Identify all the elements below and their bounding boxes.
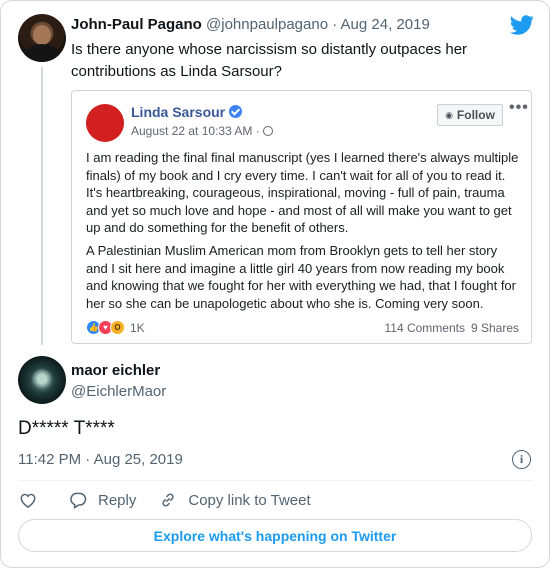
follow-button[interactable]: ◉ Follow: [437, 104, 503, 126]
link-icon: [162, 493, 174, 507]
reply-button[interactable]: Reply: [68, 490, 136, 510]
divider: [18, 480, 532, 481]
avatar-highlight: [32, 368, 52, 390]
parent-tweet-text: Is there anyone whose narcissism so dist…: [71, 41, 468, 80]
heart-icon: [20, 493, 36, 508]
reactions-count: 1K: [130, 320, 145, 335]
copy-link-label: Copy link to Tweet: [188, 491, 311, 509]
embedded-post-date[interactable]: August 22 at 10:33 AM ·: [131, 124, 274, 138]
embedded-paragraph-1: I am reading the final final manuscript …: [86, 150, 519, 235]
parent-tweet-header: John-Paul Pagano @johnpaulpagano · Aug 2…: [71, 16, 430, 33]
john-paul-avatar[interactable]: [18, 14, 66, 62]
copy-link-button[interactable]: Copy link to Tweet: [158, 490, 311, 510]
embedded-author-name[interactable]: Linda Sarsour: [131, 104, 225, 120]
like-button[interactable]: [18, 490, 38, 510]
embedded-paragraph-2: A Palestinian Muslim American mom from B…: [86, 243, 516, 311]
reactions-summary[interactable]: 👍 ♥ O 1K: [86, 320, 145, 335]
tweet-embed-card: John-Paul Pagano @johnpaulpagano · Aug 2…: [0, 0, 550, 568]
tweet-actions: Reply Copy link to Tweet: [18, 489, 311, 511]
follow-label: Follow: [456, 108, 495, 122]
twitter-bird-icon[interactable]: [510, 13, 534, 37]
linda-sarsour-avatar[interactable]: [86, 104, 124, 142]
rss-icon: ◉: [445, 109, 453, 120]
globe-icon: [263, 126, 274, 136]
wow-icon: O: [110, 320, 125, 335]
reply-author-name[interactable]: maor eichler: [71, 362, 160, 379]
info-icon[interactable]: i: [512, 450, 531, 469]
more-options-icon[interactable]: •••: [509, 100, 529, 116]
parent-author-name[interactable]: John-Paul Pagano: [71, 16, 202, 33]
reply-timestamp[interactable]: 11:42 PM · Aug 25, 2019: [18, 451, 183, 468]
reply-tweet-text: D***** T****: [18, 418, 115, 439]
reply-bubble-icon: [70, 492, 87, 509]
maor-eichler-avatar[interactable]: [18, 356, 66, 404]
shares-count[interactable]: 9 Shares: [471, 321, 519, 335]
reply-author-handle[interactable]: @EichlerMaor: [71, 383, 166, 400]
explore-twitter-button[interactable]: Explore what's happening on Twitter: [18, 519, 532, 552]
embedded-date-text[interactable]: August 22 at 10:33 AM ·: [131, 124, 263, 138]
reply-label: Reply: [98, 491, 137, 509]
avatar-body: [24, 44, 60, 62]
embedded-stats: 114 Comments 9 Shares: [384, 321, 519, 335]
parent-author-handle[interactable]: @johnpaulpagano: [206, 16, 328, 33]
thread-connector-line: [41, 67, 43, 345]
comments-count[interactable]: 114 Comments: [384, 321, 464, 335]
embedded-facebook-post[interactable]: Linda Sarsour August 22 at 10:33 AM · ◉ …: [71, 90, 532, 344]
embedded-author[interactable]: Linda Sarsour: [131, 104, 243, 120]
verified-badge-icon: [229, 105, 243, 118]
parent-tweet-date[interactable]: Aug 24, 2019: [341, 16, 430, 33]
avatar-face: [33, 25, 51, 45]
parent-separator: ·: [332, 16, 338, 33]
